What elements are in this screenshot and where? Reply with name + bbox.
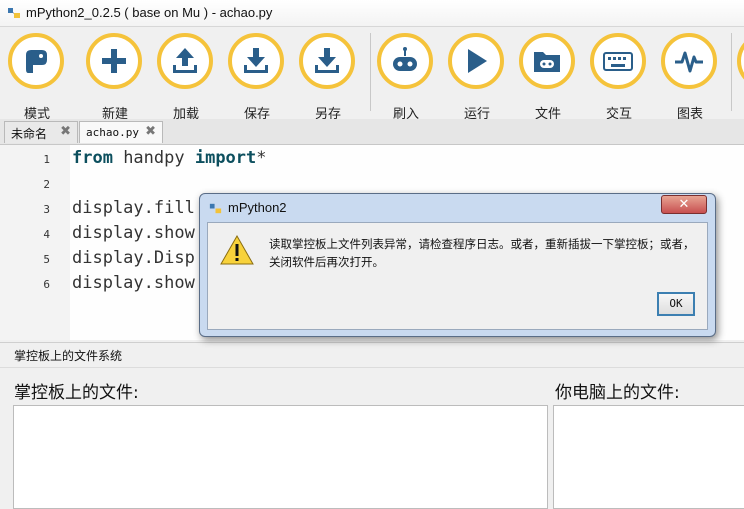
plotter-button[interactable]: 图表	[659, 33, 725, 122]
toolbar: 模式 新建 加载 保存 另存 刷入 运行 文件 交互 图表	[0, 27, 744, 122]
code-line: from handpy import*	[72, 148, 267, 168]
tab-untitled[interactable]: 未命名 ✖	[4, 121, 78, 143]
warning-icon	[220, 235, 254, 265]
window-title-bar: mPython2_0.2.5 ( base on Mu ) - achao.py	[0, 0, 744, 27]
code-line: display.show	[72, 223, 195, 243]
repl-button[interactable]: 交互	[588, 33, 654, 122]
plus-icon	[102, 49, 126, 73]
download-icon	[244, 48, 268, 73]
run-button[interactable]: 运行	[446, 33, 512, 122]
close-icon[interactable]: ✖	[145, 124, 156, 139]
download-icon	[315, 48, 339, 73]
code-text: *	[256, 148, 267, 168]
board-icon	[393, 47, 417, 71]
toolbar-overflow-button[interactable]	[737, 33, 744, 89]
dialog-body: 读取掌控板上文件列表异常，请检查程序日志。或者，重新插拔一下掌控板；或者，关闭软…	[207, 222, 708, 330]
line-number: 6	[43, 278, 50, 291]
folder-icon	[534, 52, 560, 72]
code-line: display.Disp	[72, 248, 195, 268]
keyword: from	[72, 148, 113, 168]
file-panel-header: 掌控板上的文件系统	[0, 342, 744, 368]
save-button[interactable]: 保存	[226, 33, 292, 122]
dialog-close-button[interactable]: ✕	[661, 195, 707, 214]
toolbar-divider	[370, 33, 371, 111]
play-icon	[468, 49, 487, 73]
keyword: import	[194, 148, 257, 168]
save-as-button[interactable]: 另存	[297, 33, 363, 122]
line-number: 2	[43, 178, 50, 191]
line-number-gutter: 1 2 3 4 5 6	[0, 145, 70, 340]
flash-button[interactable]: 刷入	[375, 33, 441, 122]
new-button[interactable]: 新建	[84, 33, 150, 122]
file-panel-title: 掌控板上的文件系统	[14, 349, 123, 363]
tab-bar: 未命名 ✖ achao.py ✖	[0, 119, 744, 145]
board-file-list[interactable]	[13, 405, 548, 509]
dialog-message: 读取掌控板上文件列表异常，请检查程序日志。或者，重新插拔一下掌控板；或者，关闭软…	[269, 237, 695, 269]
upload-icon	[173, 48, 197, 73]
keyboard-icon	[603, 52, 633, 71]
line-number: 1	[43, 153, 50, 166]
load-button[interactable]: 加载	[155, 33, 221, 122]
app-logo-icon	[209, 203, 222, 214]
mode-button[interactable]: 模式	[6, 33, 72, 122]
line-number: 4	[43, 228, 50, 241]
line-number: 5	[43, 253, 50, 266]
board-files-label: 掌控板上的文件:	[14, 383, 139, 403]
error-dialog: mPython2 ✕ 读取掌控板上文件列表异常，请检查程序日志。或者，重新插拔一…	[199, 193, 716, 337]
window-title: mPython2_0.2.5 ( base on Mu ) - achao.py	[26, 5, 273, 20]
line-number: 3	[43, 203, 50, 216]
code-line: display.fill	[72, 198, 195, 218]
dialog-title: mPython2	[228, 200, 287, 215]
app-logo-icon	[8, 8, 20, 18]
tab-label: 未命名	[11, 127, 48, 141]
tab-achao[interactable]: achao.py ✖	[79, 121, 163, 143]
python-logo-icon	[26, 50, 47, 73]
toolbar-divider	[731, 33, 732, 111]
code-line: display.show	[72, 273, 195, 293]
computer-file-list[interactable]	[553, 405, 744, 509]
files-button[interactable]: 文件	[517, 33, 583, 122]
close-icon[interactable]: ✖	[60, 124, 71, 139]
code-text: handpy	[112, 148, 195, 168]
computer-files-label: 你电脑上的文件:	[555, 383, 680, 403]
pulse-icon	[675, 51, 703, 73]
tab-label: achao.py	[86, 126, 139, 139]
ok-button[interactable]: OK	[657, 292, 695, 316]
